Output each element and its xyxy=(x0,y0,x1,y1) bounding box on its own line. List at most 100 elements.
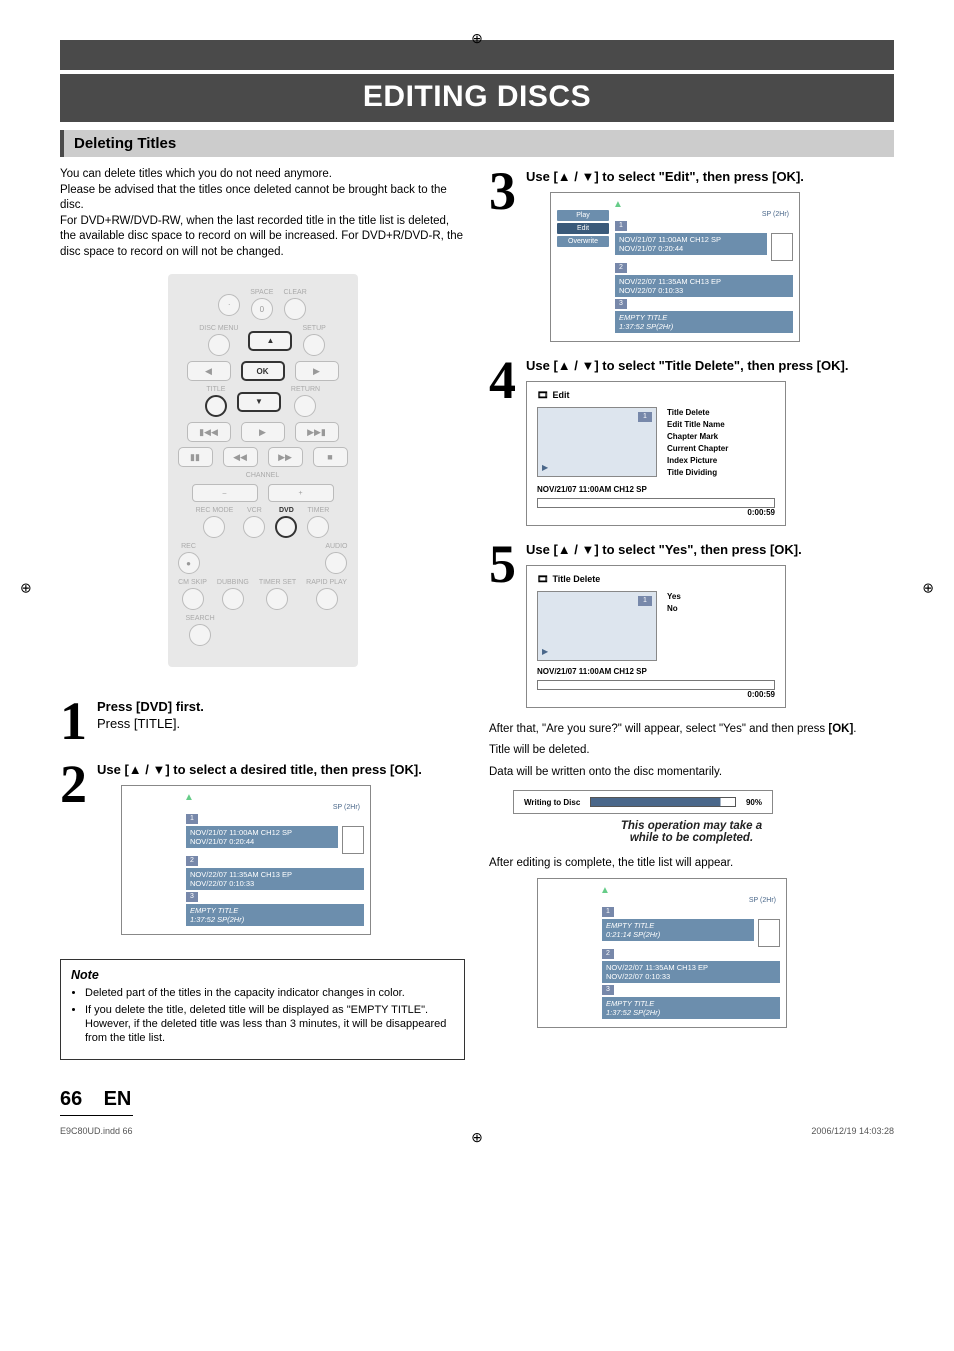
intro-p1: You can delete titles which you do not n… xyxy=(60,168,332,180)
note-bullet-2: If you delete the title, deleted title w… xyxy=(85,1003,454,1046)
step-1: 1 Press [DVD] first. Press [TITLE]. xyxy=(60,697,465,746)
step-4-head: Use [▲ / ▼] to select "Title Delete", th… xyxy=(526,358,894,375)
remote-label-timer-set: TIMER SET xyxy=(259,579,296,586)
remote-label-rec: REC xyxy=(181,543,196,550)
up-arrow-icon: ▲ xyxy=(128,792,364,803)
note-bullet-1: Deleted part of the titles in the capaci… xyxy=(85,986,454,1000)
tl-num-3: 3 xyxy=(186,892,198,902)
remote-label-title: TITLE xyxy=(206,386,225,393)
sp-label: SP (2Hr) xyxy=(602,896,780,907)
film-icon: 🎞 xyxy=(537,574,548,585)
remote-label-clear: CLEAR xyxy=(283,289,306,296)
remote-btn-pause: ▮▮ xyxy=(178,447,213,467)
after-text-1c: . xyxy=(853,723,856,735)
remote-btn-left: ◀ xyxy=(187,361,231,381)
registration-mark-top: ⊕ xyxy=(471,30,483,47)
remote-label-vcr: VCR xyxy=(247,507,262,514)
remote-label-disc-menu: DISC MENU xyxy=(199,325,238,332)
remote-label-rapid-play: RAPID PLAY xyxy=(306,579,347,586)
edit-time: 0:00:59 xyxy=(537,508,775,517)
footer-file-info: E9C80UD.indd 66 xyxy=(60,1126,133,1136)
after-text-1: After that, "Are you sure?" will appear,… xyxy=(489,722,894,738)
step-3: 3 Use [▲ / ▼] to select "Edit", then pre… xyxy=(489,167,894,342)
tl-item2-l1: NOV/22/07 11:35AM CH13 EP xyxy=(619,277,721,286)
remote-btn-next: ▶▶▮ xyxy=(295,422,339,442)
remote-btn-dvd xyxy=(275,516,297,538)
remote-diagram: · SPACE0 CLEAR DISC MENU ▲ SETUP ◀ OK ▶ … xyxy=(168,274,358,667)
remote-label-channel: CHANNEL xyxy=(178,472,348,479)
progress-bar xyxy=(590,797,736,807)
option-yes: Yes xyxy=(667,591,681,603)
step-1-number: 1 xyxy=(60,697,87,746)
tl-item1-l1: NOV/21/07 11:00AM CH12 SP xyxy=(190,828,292,837)
sp-label: SP (2Hr) xyxy=(186,803,364,814)
registration-mark-left: ⊕ xyxy=(20,579,32,596)
after-text-2: Title will be deleted. xyxy=(489,743,894,759)
edit-screen-title: Edit xyxy=(552,390,569,400)
tl-num-1: 1 xyxy=(615,221,627,231)
remote-label-audio: AUDIO xyxy=(325,543,347,550)
up-arrow-icon: ▲ xyxy=(557,199,793,210)
thumb-icon xyxy=(758,919,780,947)
footer-timestamp: 2006/12/19 14:03:28 xyxy=(811,1126,894,1136)
menu-edit-title-name: Edit Title Name xyxy=(667,419,728,431)
remote-btn-ch-plus: + xyxy=(268,484,334,502)
page-number: 66 xyxy=(60,1088,82,1110)
page-title: EDITING DISCS xyxy=(60,74,894,122)
tl-item1-l2: NOV/21/07 0:20:44 xyxy=(190,837,254,846)
writing-percent: 90% xyxy=(746,798,762,807)
screen-titlelist-after: ▲ SP (2Hr) 1 EMPTY TITLE0:21:14 SP(2Hr) … xyxy=(537,878,787,1028)
closing-text: After editing is complete, the title lis… xyxy=(489,856,894,872)
page-lang: EN xyxy=(104,1088,132,1110)
tl-item3-l1: EMPTY TITLE xyxy=(606,999,654,1008)
screen-delete-step5: 🎞Title Delete 1 ▶ Yes No NOV/21/07 11:00… xyxy=(526,565,786,708)
tl-after1-l2: 0:21:14 SP(2Hr) xyxy=(606,930,660,939)
tl-item2-l2: NOV/22/07 0:10:33 xyxy=(606,972,670,981)
writing-label: Writing to Disc xyxy=(524,798,580,807)
menu-title-delete: Title Delete xyxy=(667,407,728,419)
registration-mark-right: ⊕ xyxy=(922,579,934,596)
tl-num-2: 2 xyxy=(186,856,198,866)
remote-btn-ok: OK xyxy=(241,361,285,381)
step-1-line2: Press [TITLE]. xyxy=(97,716,180,731)
remote-btn-right: ▶ xyxy=(295,361,339,381)
step-2: 2 Use [▲ / ▼] to select a desired title,… xyxy=(60,760,465,935)
remote-btn-down: ▼ xyxy=(237,392,281,412)
side-btn-overwrite: Overwrite xyxy=(557,236,609,247)
step-5-number: 5 xyxy=(489,540,516,708)
step-2-number: 2 xyxy=(60,760,87,935)
intro-p3: For DVD+RW/DVD-RW, when the last recorde… xyxy=(60,215,463,258)
op-note-l1: This operation may take a xyxy=(621,820,762,832)
tl-item2-l1: NOV/22/07 11:35AM CH13 EP xyxy=(606,963,708,972)
thumb-icon xyxy=(342,826,364,854)
op-note-l2: while to be completed. xyxy=(630,832,753,844)
tl-item1-l1: NOV/21/07 11:00AM CH12 SP xyxy=(619,235,721,244)
remote-label-cm-skip: CM SKIP xyxy=(178,579,207,586)
remote-label-return: RETURN xyxy=(291,386,320,393)
preview-index: 1 xyxy=(638,596,652,606)
menu-title-dividing: Title Dividing xyxy=(667,467,728,479)
step-4: 4 Use [▲ / ▼] to select "Title Delete", … xyxy=(489,356,894,526)
side-btn-play: Play xyxy=(557,210,609,221)
section-heading: Deleting Titles xyxy=(60,130,894,157)
tl-item3-l2: 1:37:52 SP(2Hr) xyxy=(606,1008,660,1017)
tl-num-1: 1 xyxy=(602,907,614,917)
delete-time: 0:00:59 xyxy=(537,690,775,699)
remote-label-space: SPACE xyxy=(250,289,273,296)
writing-progress: Writing to Disc 90% xyxy=(513,790,773,814)
tl-item2-l1: NOV/22/07 11:35AM CH13 EP xyxy=(190,870,292,879)
tl-item3-l1: EMPTY TITLE xyxy=(190,906,238,915)
screen-edit-step4: 🎞Edit 1 ▶ Title Delete Edit Title Name C… xyxy=(526,381,786,526)
screen-titlelist-step2: ▲ SP (2Hr) 1 NOV/21/07 11:00AM CH12 SPNO… xyxy=(121,785,371,935)
tl-num-1: 1 xyxy=(186,814,198,824)
remote-label-search: SEARCH xyxy=(186,615,215,622)
menu-index-picture: Index Picture xyxy=(667,455,728,467)
after-text-3: Data will be written onto the disc momen… xyxy=(489,765,894,781)
remote-label-setup: SETUP xyxy=(302,325,325,332)
up-arrow-icon: ▲ xyxy=(544,885,780,896)
remote-btn-stop: ■ xyxy=(313,447,348,467)
tl-item1-l2: NOV/21/07 0:20:44 xyxy=(619,244,683,253)
preview-index: 1 xyxy=(638,412,652,422)
after-text-1b: [OK] xyxy=(828,723,853,735)
tl-num-3: 3 xyxy=(615,299,627,309)
